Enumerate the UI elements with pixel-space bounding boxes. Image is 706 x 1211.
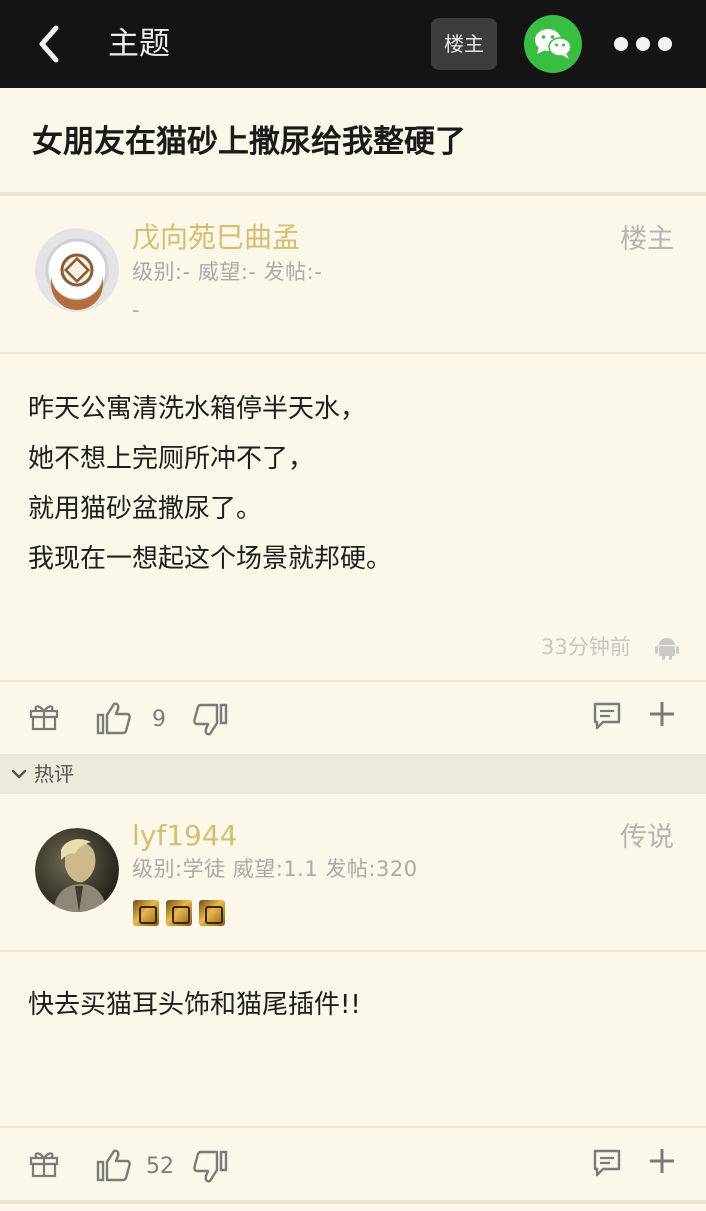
user-meta: 级别:- 威望:- 发帖:- [132,260,323,284]
comment-icon[interactable] [591,1147,623,1179]
username[interactable]: lyf1944 [132,818,237,854]
gift-icon[interactable] [28,700,60,732]
hot-comments-label: 热评 [34,762,74,786]
default-avatar-icon [35,228,119,312]
thumbs-up-icon[interactable] [96,700,132,736]
comment-body: 快去买猫耳头饰和猫尾插件!! [28,990,361,1020]
more-dot-icon [636,37,650,51]
medal-icon [166,900,193,926]
thread-title: 女朋友在猫砂上撒尿给我整硬了 [32,124,466,160]
avatar[interactable] [35,828,119,912]
post-body-line: 昨天公寓清洗水箱停半天水， [28,394,367,424]
user-avatar-image [35,828,119,912]
plus-icon[interactable] [648,1147,676,1175]
android-icon [655,638,679,660]
more-dot-icon [614,37,628,51]
comment-icon[interactable] [591,700,623,732]
only-op-button[interactable]: 楼主 [431,18,497,70]
medal-icon [199,900,226,926]
medal-icon [133,900,159,926]
divider [0,352,706,354]
divider [0,192,706,196]
top-bar: 主题 楼主 [0,0,706,88]
divider [0,1200,706,1204]
like-count: 52 [146,1154,174,1179]
page-title: 主题 [108,26,170,62]
post-body: 昨天公寓清洗水箱停半天水， 她不想上完厕所冲不了， 就用猫砂盆撒尿了。 我现在一… [28,384,392,584]
more-dot-icon [658,37,672,51]
user-meta-extra: - [132,298,141,322]
wechat-share-button[interactable] [524,15,582,73]
avatar[interactable] [35,228,119,312]
wechat-icon [535,29,572,59]
post-body-line: 她不想上完厕所冲不了， [28,444,315,474]
thumbs-down-icon[interactable] [192,702,228,738]
user-role-badge: 传说 [620,822,674,853]
post-body-line: 我现在一想起这个场景就邦硬。 [28,544,393,574]
divider [0,680,706,682]
back-button[interactable] [28,20,72,68]
user-role-badge: 楼主 [620,224,674,255]
user-medals [133,900,227,930]
chevron-down-icon[interactable] [10,767,28,781]
post-body-line: 就用猫砂盆撒尿了。 [28,494,263,524]
divider [0,950,706,952]
user-meta: 级别:学徒 威望:1.1 发帖:320 [132,857,418,881]
chevron-left-icon [39,25,59,63]
more-button[interactable] [612,30,674,58]
gift-icon[interactable] [28,1147,60,1179]
like-count: 9 [152,707,166,732]
hot-comments-header[interactable] [0,754,706,794]
thumbs-up-icon[interactable] [96,1147,132,1183]
plus-icon[interactable] [648,700,676,728]
post-time: 33分钟前 [541,635,631,659]
thumbs-down-icon[interactable] [192,1149,228,1185]
username[interactable]: 戊向苑巳曲孟 [132,220,300,256]
divider [0,1126,706,1128]
